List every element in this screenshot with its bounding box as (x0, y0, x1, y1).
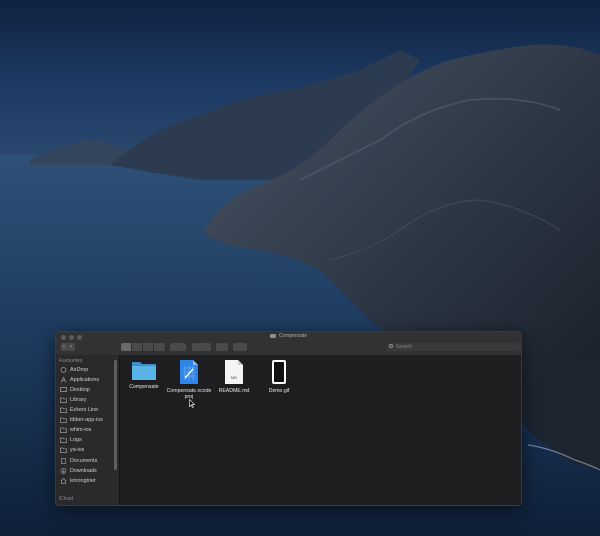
documents-icon (61, 458, 66, 464)
folder-icon (269, 334, 276, 338)
file-item-demo-gif[interactable]: Demo.gif (255, 359, 303, 394)
sidebar-item-library[interactable]: Library (60, 395, 116, 405)
window-title: Compensate (56, 333, 521, 339)
folder-icon (132, 362, 156, 380)
mouse-pointer-icon (189, 399, 195, 408)
sidebar-item-label: tibber-app-ios (70, 417, 103, 423)
desktop-icon (60, 387, 67, 392)
file-item-compensate-folder[interactable]: Compensate (120, 359, 168, 390)
column-view-button[interactable] (143, 343, 154, 351)
window-title-label: Compensate (278, 333, 308, 339)
favourites-heading: Favourites (59, 358, 83, 364)
folder-icon (60, 427, 67, 433)
file-label: Compensate (129, 384, 159, 390)
sidebar-item-label: Downloads (70, 468, 97, 474)
chevron-left-icon[interactable]: ‹ (63, 343, 65, 351)
sidebar-item-downloads[interactable]: Downloads (60, 466, 116, 476)
sidebar-item-airdrop[interactable]: AirDrop (60, 365, 116, 375)
tag-button[interactable] (233, 343, 247, 351)
icon-view-button[interactable] (121, 343, 132, 351)
sidebar-item-label: Documents (70, 458, 98, 464)
chevron-right-icon[interactable]: › (70, 343, 72, 351)
finder-window: Compensate ‹ › Search Favourites AirDrop… (55, 331, 522, 506)
sidebar-item-label: AirDrop (70, 367, 89, 373)
back-forward-control[interactable]: ‹ › (61, 343, 75, 351)
sidebar-item-tibber-app-ios[interactable]: tibber-app-ios (60, 415, 116, 425)
icloud-heading: iCloud (59, 496, 74, 502)
file-label: README.md (218, 388, 250, 394)
share-button[interactable] (216, 343, 228, 351)
file-item-xcodeproj[interactable]: Compensate.xcodeproj (165, 359, 213, 400)
gif-file-icon (272, 360, 286, 384)
sidebar: Favourites AirDrop Applications Desktop … (56, 355, 120, 505)
view-mode-control (121, 343, 165, 351)
search-field[interactable]: Search (387, 343, 520, 351)
file-item-readme[interactable]: MD README.md (210, 359, 258, 394)
file-browser: Compensate Compensate.xcodeproj MD READM… (120, 355, 521, 505)
sidebar-item-label: Applications (70, 377, 100, 383)
sidebar-item-label: Library (70, 397, 87, 403)
sidebar-item-desktop[interactable]: Desktop (60, 385, 116, 395)
applications-icon (60, 377, 67, 383)
folder-icon (60, 397, 67, 403)
file-badge: MD (231, 375, 237, 380)
sidebar-scrollbar[interactable] (114, 360, 117, 470)
airdrop-icon (60, 367, 67, 373)
sidebar-item-home[interactable]: letrongtriet (60, 476, 116, 486)
sidebar-item-whim-ios[interactable]: whim-ios (60, 425, 116, 435)
file-label: Demo.gif (268, 388, 290, 394)
sidebar-item-ya-ios[interactable]: ya-ios (60, 445, 116, 455)
markdown-file-icon: MD (225, 360, 243, 384)
title-bar: Compensate ‹ › Search (56, 332, 521, 356)
sidebar-item-label: ya-ios (70, 447, 85, 453)
sidebar-item-applications[interactable]: Applications (60, 375, 116, 385)
sidebar-item-eckers-line[interactable]: Eckers Line (60, 405, 116, 415)
folder-icon (60, 407, 67, 413)
sidebar-item-documents[interactable]: Documents (60, 456, 116, 466)
group-by-button[interactable] (170, 343, 186, 351)
sidebar-item-label: Logs (70, 437, 82, 443)
gallery-view-button[interactable] (154, 343, 164, 351)
home-icon (60, 478, 67, 484)
sidebar-item-label: Eckers Line (70, 407, 99, 413)
xcodeproj-icon (180, 360, 198, 384)
search-placeholder: Search (396, 344, 412, 350)
folder-icon (60, 437, 67, 443)
folder-icon (60, 417, 67, 423)
search-icon (389, 344, 393, 348)
sidebar-item-label: letrongtriet (70, 478, 96, 484)
sidebar-item-label: Desktop (70, 387, 90, 393)
list-view-button[interactable] (132, 343, 143, 351)
folder-icon (60, 447, 67, 453)
sidebar-item-label: whim-ios (70, 427, 92, 433)
gear-icon[interactable] (192, 343, 211, 351)
downloads-icon (60, 468, 67, 474)
sidebar-item-logs[interactable]: Logs (60, 435, 116, 445)
